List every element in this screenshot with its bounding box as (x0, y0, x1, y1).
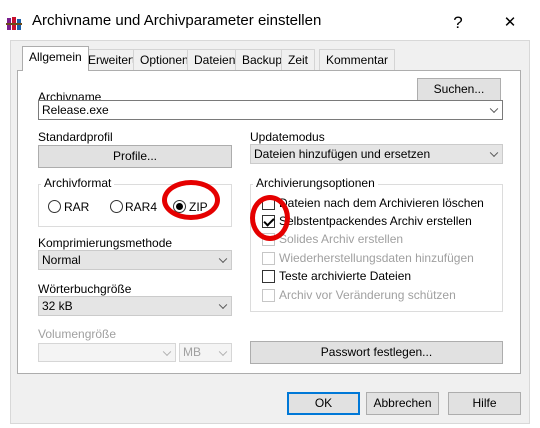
volume-size-combo[interactable] (38, 343, 176, 362)
tab-kommentar[interactable]: Kommentar (319, 49, 396, 71)
archive-options-label: Archivierungsoptionen (253, 176, 378, 190)
dialog-client: Allgemein Erweitert Optionen Dateien Bac… (10, 40, 530, 424)
dictionary-value: 32 kB (42, 299, 73, 313)
ok-button[interactable]: OK (287, 392, 360, 415)
tab-zeit[interactable]: Zeit (281, 49, 316, 71)
dictionary-select[interactable]: 32 kB (38, 296, 232, 316)
compression-value: Normal (42, 253, 81, 267)
radio-rar4[interactable] (110, 200, 123, 213)
archive-name-value: Release.exe (42, 103, 109, 117)
window-title: Archivname und Archivparameter einstelle… (32, 12, 322, 29)
chevron-down-icon[interactable] (218, 347, 228, 356)
update-mode-select[interactable]: Dateien hinzufügen und ersetzen (250, 144, 503, 164)
dictionary-label: Wörterbuchgröße (38, 282, 132, 296)
chevron-down-icon[interactable] (162, 347, 172, 356)
checkbox-recovery-label: Wiederherstellungsdaten hinzufügen (279, 251, 474, 265)
compression-label: Komprimierungsmethode (38, 236, 173, 250)
tab-panel-allgemein: Archivname Suchen... Release.exe Standar… (17, 70, 521, 374)
compression-select[interactable]: Normal (38, 250, 232, 270)
checkbox-lock-label: Archiv vor Veränderung schützen (279, 288, 456, 302)
update-mode-value: Dateien hinzufügen und ersetzen (254, 147, 431, 161)
volume-unit-value: MB (183, 345, 201, 359)
help-title-button[interactable]: ? (438, 8, 478, 38)
checkbox-test[interactable] (262, 270, 275, 283)
radio-rar-label: RAR (64, 200, 90, 214)
annotation-circle-sfx (250, 195, 290, 241)
archive-name-combo[interactable]: Release.exe (38, 100, 503, 120)
browse-button[interactable]: Suchen... (417, 78, 501, 101)
set-password-button[interactable]: Passwort festlegen... (250, 341, 503, 364)
volume-unit-select[interactable]: MB (179, 343, 232, 362)
update-mode-label: Updatemodus (250, 130, 325, 144)
winrar-books-icon (6, 17, 22, 30)
checkbox-delete-after-label: Dateien nach dem Archivieren löschen (279, 196, 484, 210)
tab-allgemein[interactable]: Allgemein (22, 46, 89, 71)
cancel-button[interactable]: Abbrechen (366, 392, 439, 415)
title-bar: Archivname und Archivparameter einstelle… (0, 0, 540, 40)
volume-label: Volumengröße (38, 327, 117, 341)
chevron-down-icon[interactable] (218, 254, 228, 264)
checkbox-sfx-label: Selbstentpackendes Archiv erstellen (279, 214, 472, 228)
annotation-circle-zip (162, 180, 220, 220)
chevron-down-icon[interactable] (489, 148, 499, 158)
help-button[interactable]: Hilfe (448, 392, 521, 415)
profiles-button[interactable]: Profile... (38, 145, 232, 168)
checkbox-recovery[interactable] (262, 252, 275, 265)
radio-rar[interactable] (48, 200, 61, 213)
radio-rar4-label: RAR4 (125, 200, 158, 214)
chevron-down-icon[interactable] (218, 300, 228, 310)
profile-label: Standardprofil (38, 130, 113, 144)
checkbox-lock[interactable] (262, 289, 275, 302)
archive-format-label: Archivformat (41, 176, 115, 190)
checkbox-solid-label: Solides Archiv erstellen (279, 232, 404, 246)
checkbox-test-label: Teste archivierte Dateien (279, 269, 412, 283)
close-title-button[interactable]: ✕ (490, 8, 530, 38)
chevron-down-icon[interactable] (489, 104, 499, 114)
